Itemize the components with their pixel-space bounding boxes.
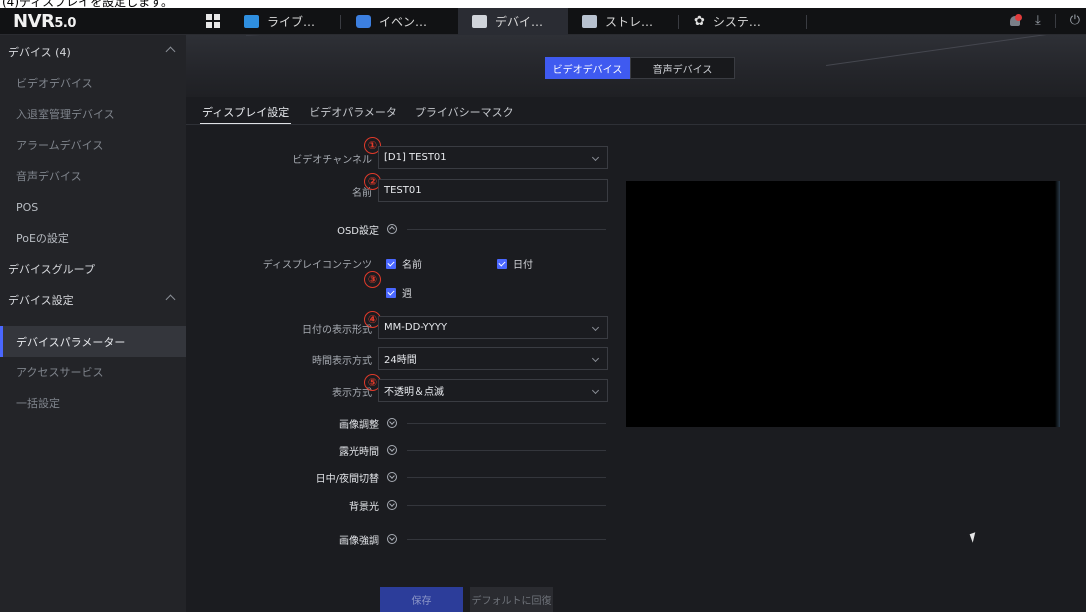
tab-video-parameters[interactable]: ビデオパラメータ: [309, 98, 397, 124]
chevron-up-icon: [165, 46, 176, 57]
tab-device[interactable]: デバイ…: [458, 8, 568, 35]
save-button[interactable]: 保存: [380, 587, 463, 612]
checkbox-checked-icon: [386, 287, 396, 298]
sidebar-group-device-groups[interactable]: デバイスグループ: [0, 254, 186, 284]
main-menu-grid-icon[interactable]: [206, 14, 220, 28]
sidebar-item-audio-devices[interactable]: 音声デバイス: [0, 161, 186, 191]
tab-privacy-mask[interactable]: プライバシーマスク: [415, 98, 514, 124]
main-content: ビデオデバイス 音声デバイス ディスプレイ設定 ビデオパラメータ プライバシーマ…: [186, 35, 1086, 612]
image-adjust-section[interactable]: 画像調整: [216, 415, 606, 431]
sidebar-item-batch-settings[interactable]: 一括設定: [0, 388, 186, 418]
top-right-icons: ⤓ ⏻: [1009, 13, 1080, 28]
tab-event[interactable]: イベン…: [342, 8, 454, 35]
exposure-time-section[interactable]: 露光時間: [216, 442, 606, 458]
sidebar: デバイス (4) ビデオデバイス 入退室管理デバイス アラームデバイス 音声デバ…: [0, 35, 186, 612]
segment-audio-device[interactable]: 音声デバイス: [630, 57, 735, 79]
power-icon[interactable]: ⏻: [1070, 13, 1080, 28]
name-input[interactable]: TEST01: [378, 179, 608, 202]
checkbox-checked-icon: [497, 258, 507, 269]
day-night-switch-section[interactable]: 日中/夜間切替: [216, 469, 606, 485]
notification-bell-icon[interactable]: [1009, 14, 1022, 27]
sidebar-item-video-devices[interactable]: ビデオデバイス: [0, 68, 186, 98]
top-navigation-bar: NVR5.0 ライブ… イベン… デバイ… ストレ… ✿ システ… ⤓ ⏻: [0, 8, 1086, 35]
header-banner: ビデオデバイス 音声デバイス: [186, 35, 1086, 97]
sidebar-item-access-service[interactable]: アクセスサービス: [0, 357, 186, 387]
nvr-app: NVR5.0 ライブ… イベン… デバイ… ストレ… ✿ システ… ⤓ ⏻ デバ…: [0, 8, 1086, 612]
mouse-cursor-icon: [969, 532, 979, 543]
app-logo: NVR5.0: [13, 11, 76, 32]
expand-icon[interactable]: [387, 500, 397, 510]
instruction-caption: (4)ディスプレイを設定します。: [0, 0, 1086, 8]
restore-default-button[interactable]: デフォルトに回復: [470, 587, 553, 612]
storage-icon: [582, 15, 597, 28]
checkbox-date[interactable]: 日付: [497, 256, 533, 271]
annotation-badge-3: ③: [364, 271, 381, 288]
sidebar-group-device-settings[interactable]: デバイス設定: [0, 285, 186, 315]
gear-icon: ✿: [694, 14, 705, 29]
time-format-label: 時間表示方式: [312, 356, 372, 367]
sidebar-item-access-control-devices[interactable]: 入退室管理デバイス: [0, 99, 186, 129]
checkbox-week[interactable]: 週: [386, 285, 412, 300]
download-icon[interactable]: ⤓: [1035, 13, 1041, 28]
video-preview-edge: [1055, 181, 1060, 427]
checkbox-name[interactable]: 名前: [386, 256, 422, 271]
osd-settings-section[interactable]: OSD設定: [216, 221, 606, 237]
date-format-select[interactable]: MM-DD-YYYY: [378, 316, 608, 339]
tab-storage[interactable]: ストレ…: [568, 8, 678, 35]
time-format-select[interactable]: 24時間: [378, 347, 608, 370]
camera-icon: [244, 15, 259, 28]
sidebar-item-alarm-devices[interactable]: アラームデバイス: [0, 130, 186, 160]
image-enhance-section[interactable]: 画像強調: [216, 531, 606, 547]
checkbox-checked-icon: [386, 258, 396, 269]
expand-icon[interactable]: [387, 445, 397, 455]
tab-system[interactable]: ✿ システ…: [680, 8, 806, 35]
video-preview: [626, 181, 1060, 427]
sidebar-group-devices[interactable]: デバイス (4): [0, 37, 186, 67]
collapse-icon[interactable]: [387, 224, 397, 234]
sidebar-item-pos[interactable]: POS: [0, 192, 186, 222]
expand-icon[interactable]: [387, 472, 397, 482]
display-content-label: ディスプレイコンテンツ: [262, 260, 372, 271]
date-format-label: 日付の表示形式: [302, 325, 372, 336]
settings-subtabs: ディスプレイ設定 ビデオパラメータ プライバシーマスク: [200, 98, 514, 124]
expand-icon[interactable]: [387, 418, 397, 428]
backlight-section[interactable]: 背景光: [216, 497, 606, 513]
tab-live[interactable]: ライブ…: [230, 8, 340, 35]
display-mode-select[interactable]: 不透明＆点滅: [378, 379, 608, 402]
instruction-caption-text: (4)ディスプレイを設定します。: [2, 0, 173, 8]
sidebar-item-poe-settings[interactable]: PoEの設定: [0, 223, 186, 253]
segment-video-device[interactable]: ビデオデバイス: [545, 57, 630, 79]
tab-display-settings[interactable]: ディスプレイ設定: [200, 98, 292, 124]
video-channel-select[interactable]: [D1] TEST01: [378, 146, 608, 169]
event-icon: [356, 15, 371, 28]
device-icon: [472, 15, 487, 28]
chevron-up-icon: [165, 294, 176, 305]
sidebar-item-device-parameters[interactable]: デバイスパラメーター: [0, 326, 186, 357]
expand-icon[interactable]: [387, 534, 397, 544]
video-channel-label: ビデオチャンネル: [292, 155, 372, 166]
